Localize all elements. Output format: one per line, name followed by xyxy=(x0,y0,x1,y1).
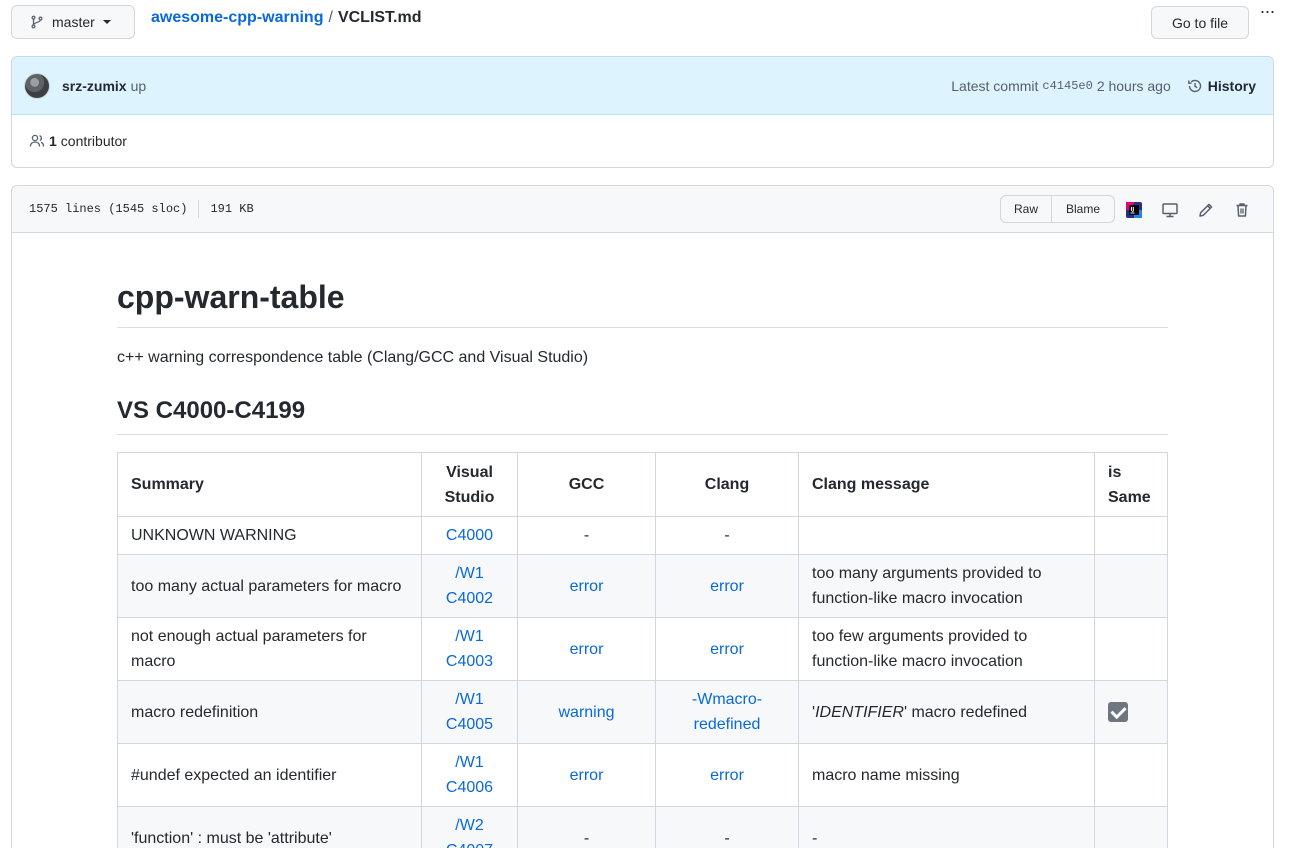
cell-gcc-link[interactable]: error xyxy=(517,617,656,681)
cell-clang-link[interactable]: error xyxy=(655,617,799,681)
commit-author-link[interactable]: srz-zumix xyxy=(62,78,127,94)
jetbrains-icon[interactable]: IJ xyxy=(1125,201,1143,219)
cell-clang-link[interactable]: error xyxy=(655,554,799,618)
raw-blame-group: Raw Blame xyxy=(1000,195,1115,223)
section-heading: VS C4000-C4199 xyxy=(117,396,1168,435)
trash-icon[interactable] xyxy=(1233,201,1251,219)
contributor-label: contributor xyxy=(60,133,127,149)
latest-commit-row: srz-zumix up Latest commit c4145e0 2 hou… xyxy=(12,57,1273,115)
branch-name: master xyxy=(52,14,95,30)
table-row: 'function' : must be 'attribute' /W2 C40… xyxy=(117,806,1168,848)
markdown-body: cpp-warn-table c++ warning correspondenc… xyxy=(117,234,1168,848)
commit-sha-link[interactable]: c4145e0 xyxy=(1042,79,1092,93)
breadcrumb-separator: / xyxy=(328,9,333,26)
table-row: UNKNOWN WARNING C4000 - - xyxy=(117,516,1168,555)
more-options-icon[interactable]: ··· xyxy=(1256,2,1278,26)
git-branch-icon xyxy=(31,15,43,29)
commit-box: srz-zumix up Latest commit c4145e0 2 hou… xyxy=(11,56,1274,168)
people-icon xyxy=(29,134,45,147)
cell-is-same xyxy=(1094,516,1168,555)
cell-vs-link[interactable]: /W1 C4005 xyxy=(421,680,518,744)
cell-gcc-link[interactable]: error xyxy=(517,554,656,618)
cell-vs-link[interactable]: C4000 xyxy=(421,516,518,555)
cell-summary: 'function' : must be 'attribute' xyxy=(117,806,422,848)
warning-table: Summary Visual Studio GCC Clang Clang me… xyxy=(117,452,1168,848)
commit-time: 2 hours ago xyxy=(1096,78,1171,94)
table-header-row: Summary Visual Studio GCC Clang Clang me… xyxy=(117,452,1168,517)
file-info-divider xyxy=(198,200,200,218)
raw-button[interactable]: Raw xyxy=(1000,195,1052,223)
contributors-row[interactable]: 1 contributor xyxy=(12,115,1273,167)
cell-clang-message xyxy=(798,516,1095,555)
cell-is-same xyxy=(1094,806,1168,848)
header-summary: Summary xyxy=(117,452,422,517)
cell-clang-message: too many arguments provided to function-… xyxy=(798,554,1095,618)
message-text: ' macro redefined xyxy=(903,703,1028,721)
cell-clang-message: macro name missing xyxy=(798,743,1095,807)
cell-clang: - xyxy=(655,516,799,555)
commit-meta: Latest commit c4145e0 2 hours ago Histor… xyxy=(951,57,1256,115)
intro-paragraph: c++ warning correspondence table (Clang/… xyxy=(117,349,589,366)
cell-summary: not enough actual parameters for macro xyxy=(117,617,422,681)
breadcrumb: awesome-cpp-warning / VCLIST.md xyxy=(151,9,422,27)
cell-gcc-link[interactable]: error xyxy=(517,743,656,807)
blame-button[interactable]: Blame xyxy=(1052,195,1115,223)
history-link[interactable]: History xyxy=(1187,78,1256,94)
header-clang-message: Clang message xyxy=(798,452,1095,517)
avatar[interactable] xyxy=(24,72,50,99)
cell-summary: too many actual parameters for macro xyxy=(117,554,422,618)
cell-vs-link[interactable]: /W1 C4002 xyxy=(421,554,518,618)
table-row: #undef expected an identifier /W1 C4006 … xyxy=(117,743,1168,807)
cell-is-same xyxy=(1094,617,1168,681)
message-identifier: IDENTIFIER xyxy=(815,703,904,721)
svg-text:IJ: IJ xyxy=(1131,207,1135,213)
chevron-down-icon xyxy=(102,20,111,24)
header-clang: Clang xyxy=(655,452,799,517)
file-lines: 1575 lines (1545 sloc) xyxy=(29,202,188,216)
checkbox-checked-icon xyxy=(1108,702,1128,723)
cell-gcc-link[interactable]: warning xyxy=(517,680,656,744)
desktop-icon[interactable] xyxy=(1161,201,1179,219)
cell-summary: #undef expected an identifier xyxy=(117,743,422,807)
branch-selector-button[interactable]: master xyxy=(11,5,135,39)
cell-is-same xyxy=(1094,743,1168,807)
cell-is-same xyxy=(1094,554,1168,618)
cell-clang-message: 'IDENTIFIER' macro redefined xyxy=(798,680,1095,744)
header-visual-studio: Visual Studio xyxy=(421,452,518,517)
cell-clang-message: - xyxy=(798,806,1095,848)
contributor-count: 1 xyxy=(49,133,57,149)
cell-clang-link[interactable]: -Wmacro-redefined xyxy=(655,680,799,744)
cell-is-same xyxy=(1094,680,1168,744)
table-row: not enough actual parameters for macro /… xyxy=(117,617,1168,681)
breadcrumb-file-name: VCLIST.md xyxy=(337,9,422,26)
go-to-file-button[interactable]: Go to file xyxy=(1151,6,1249,39)
cell-gcc: - xyxy=(517,806,656,848)
table-row: macro redefinition /W1 C4005 warning -Wm… xyxy=(117,680,1168,744)
cell-clang-link[interactable]: error xyxy=(655,743,799,807)
header-gcc: GCC xyxy=(517,452,656,517)
pencil-icon[interactable] xyxy=(1197,201,1215,219)
cell-clang: - xyxy=(655,806,799,848)
latest-commit-label: Latest commit xyxy=(951,78,1039,94)
file-box: 1575 lines (1545 sloc) 191 KB Raw Blame … xyxy=(11,185,1274,848)
cell-clang-message: too few arguments provided to function-l… xyxy=(798,617,1095,681)
table-row: too many actual parameters for macro /W1… xyxy=(117,554,1168,618)
cell-gcc: - xyxy=(517,516,656,555)
breadcrumb-repo-link[interactable]: awesome-cpp-warning xyxy=(151,9,323,27)
cell-summary: macro redefinition xyxy=(117,680,422,744)
header-is-same: is Same xyxy=(1094,452,1168,517)
commit-message-link[interactable]: up xyxy=(131,78,147,94)
file-info: 1575 lines (1545 sloc) 191 KB xyxy=(29,200,254,218)
file-header: 1575 lines (1545 sloc) 191 KB Raw Blame … xyxy=(12,186,1273,233)
history-label: History xyxy=(1207,78,1256,94)
cell-summary: UNKNOWN WARNING xyxy=(117,516,422,555)
cell-vs-link[interactable]: /W1 C4006 xyxy=(421,743,518,807)
history-icon xyxy=(1187,79,1201,93)
file-size: 191 KB xyxy=(210,202,254,216)
cell-vs-link[interactable]: /W2 C4007 xyxy=(421,806,518,848)
cell-vs-link[interactable]: /W1 C4003 xyxy=(421,617,518,681)
page-title: cpp-warn-table xyxy=(117,277,1168,328)
